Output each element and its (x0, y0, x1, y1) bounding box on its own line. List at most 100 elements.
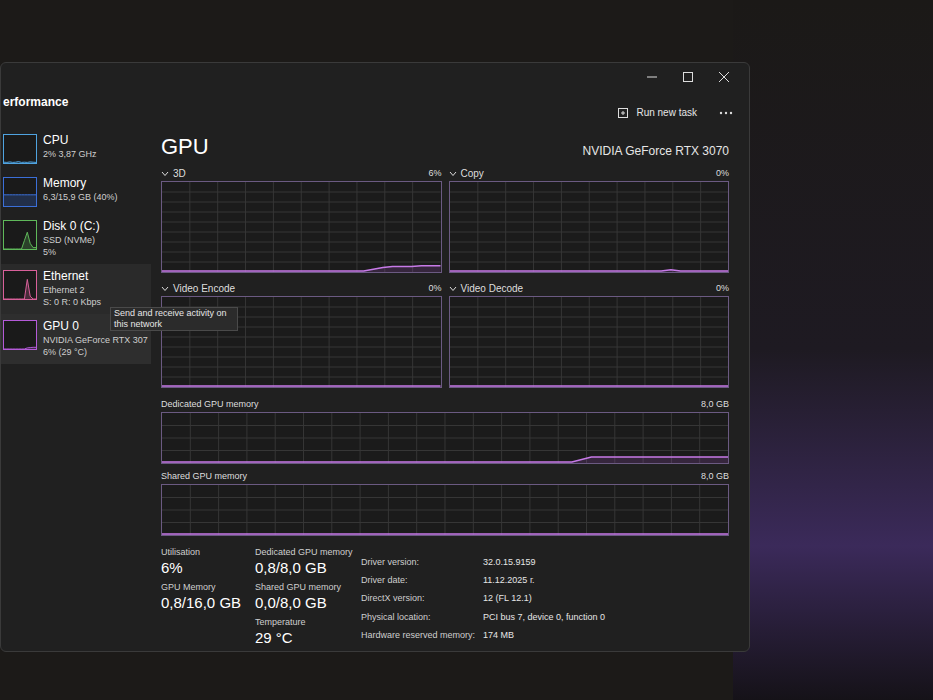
sidebar-item-detail: NVIDIA GeForce RTX 307 (43, 334, 148, 346)
sidebar-item-text: Disk 0 (C:)SSD (NVMe)5% (43, 218, 100, 264)
more-icon (719, 111, 733, 115)
engine-label-group[interactable]: Video Decode (449, 281, 524, 296)
close-icon (719, 72, 729, 82)
run-new-task-button[interactable]: Run new task (618, 105, 697, 120)
stat: Temperature29 °C (255, 616, 361, 647)
run-new-task-label: Run new task (636, 105, 697, 120)
sidebar-item[interactable]: Disk 0 (C:)SSD (NVMe)5% (1, 214, 151, 264)
engine-label-group[interactable]: Video Encode (161, 281, 235, 296)
chart-line (162, 457, 728, 462)
engine-chart: Copy 0% (449, 166, 730, 273)
memory-chart: Shared GPU memory8,0 GB (161, 470, 729, 536)
engine-label: Video Encode (173, 281, 235, 296)
chart-area (162, 266, 441, 272)
detail-label: Physical location: (361, 611, 483, 629)
maximize-icon (683, 72, 693, 82)
chart-line (162, 266, 441, 271)
memory-chart-header: Shared GPU memory8,0 GB (161, 470, 729, 484)
sidebar-thumbnail (3, 220, 37, 250)
sidebar-item-name: CPU (43, 132, 97, 148)
chart-line (450, 270, 729, 271)
sidebar-item-text: Memory6,3/15,9 GB (40%) (43, 175, 118, 214)
engine-reading: 0% (428, 282, 441, 296)
chart-plot (162, 485, 728, 535)
thumbnail-chart (4, 135, 36, 163)
sidebar: CPU2% 3,87 GHz Memory6,3/15,9 GB (40%) Dis… (1, 128, 151, 651)
detail-value: 32.0.15.9159 (483, 556, 605, 574)
thumbnail-line (4, 161, 36, 163)
engine-label: 3D (173, 166, 186, 181)
thumbnail-line (4, 194, 36, 195)
stats-column: Utilisation6%GPU Memory0,8/16,0 GB (161, 546, 255, 647)
thumbnail-chart (4, 321, 36, 349)
gpu-device-name: NVIDIA GeForce RTX 3070 (582, 142, 729, 160)
details-table: Driver version:32.0.15.9159Driver date:1… (361, 546, 605, 647)
thumbnail-line (4, 232, 36, 249)
engine-label-group[interactable]: 3D (161, 166, 186, 181)
thumbnail-chart (4, 178, 36, 206)
memory-chart: Dedicated GPU memory 8,0 GB (161, 398, 729, 464)
chart (449, 181, 730, 273)
engine-chart-header: Copy 0% (449, 166, 730, 181)
memory-chart-label: Dedicated GPU memory (161, 398, 259, 412)
stat-label: Temperature (255, 616, 361, 628)
engine-chart-header: Video Encode 0% (161, 281, 442, 296)
stat: Dedicated GPU memory0,8/8,0 GB (255, 546, 361, 577)
close-button[interactable] (717, 70, 731, 84)
memory-chart-reading: 8,0 GB (701, 398, 729, 412)
stat-value: 29 °C (255, 628, 361, 647)
run-task-icon (618, 107, 630, 119)
sidebar-thumbnail (3, 270, 37, 300)
sidebar-item[interactable]: CPU2% 3,87 GHz (1, 128, 151, 171)
header: erformanceRun new task (1, 91, 749, 128)
detail-label: DirectX version: (361, 592, 483, 610)
detail-value: PCI bus 7, device 0, function 0 (483, 611, 605, 629)
more-button[interactable] (719, 111, 733, 115)
gpu-title: GPU (161, 134, 209, 160)
thumbnail-chart (4, 271, 36, 299)
thumbnail-fill (4, 279, 36, 299)
memory-chart-label: Shared GPU memory (161, 470, 247, 484)
minimize-button[interactable] (645, 70, 659, 84)
sidebar-item-name: Memory (43, 175, 118, 191)
engine-reading: 0% (716, 167, 729, 181)
thumbnail-fill (4, 162, 36, 163)
stat-value: 0,8/8,0 GB (255, 558, 361, 577)
chart-plot (450, 182, 729, 272)
header-actions: Run new task (618, 91, 733, 120)
sidebar-thumbnail (3, 320, 37, 350)
engine-chart: Video Encode 0% (161, 281, 442, 388)
sidebar-item[interactable]: Memory6,3/15,9 GB (40%) (1, 171, 151, 214)
chart-area (162, 534, 728, 535)
engine-reading: 6% (428, 167, 441, 181)
thumbnail-chart (4, 221, 36, 249)
sidebar-item-name: Ethernet (43, 268, 101, 284)
stat-value: 0,0/8,0 GB (255, 593, 361, 612)
chart-area (450, 386, 729, 387)
engine-label-group[interactable]: Copy (449, 166, 484, 181)
chart (161, 484, 729, 536)
detail-value: 11.12.2025 г. (483, 574, 605, 592)
sidebar-item-text: EthernetEthernet 2S: 0 R: 0 Kbps (43, 268, 101, 314)
title-bar (1, 63, 749, 91)
chart (161, 181, 442, 273)
chevron-icon (449, 286, 457, 292)
chart-line (162, 385, 441, 387)
chart-line (162, 533, 728, 535)
sidebar-item-detail: SSD (NVMe) (43, 234, 100, 246)
stat-value: 6% (161, 558, 255, 577)
sidebar-thumbnail (3, 177, 37, 207)
chart-plot (450, 297, 729, 387)
engine-chart-header: Video Decode0% (449, 281, 730, 296)
detail-label: Hardware reserved memory: (361, 629, 483, 647)
chart-area (450, 270, 729, 272)
stat-label: GPU Memory (161, 581, 255, 593)
stat: GPU Memory0,8/16,0 GB (161, 581, 255, 612)
thumbnail-fill (4, 232, 36, 249)
detail-value: 12 (FL 12.1) (483, 592, 605, 610)
thumbnail-fill (4, 347, 36, 349)
sidebar-item-name: Disk 0 (C:) (43, 218, 100, 234)
maximize-button[interactable] (681, 70, 695, 84)
engine-chart: 3D 6% (161, 166, 442, 273)
stat: Shared GPU memory0,0/8,0 GB (255, 581, 361, 612)
